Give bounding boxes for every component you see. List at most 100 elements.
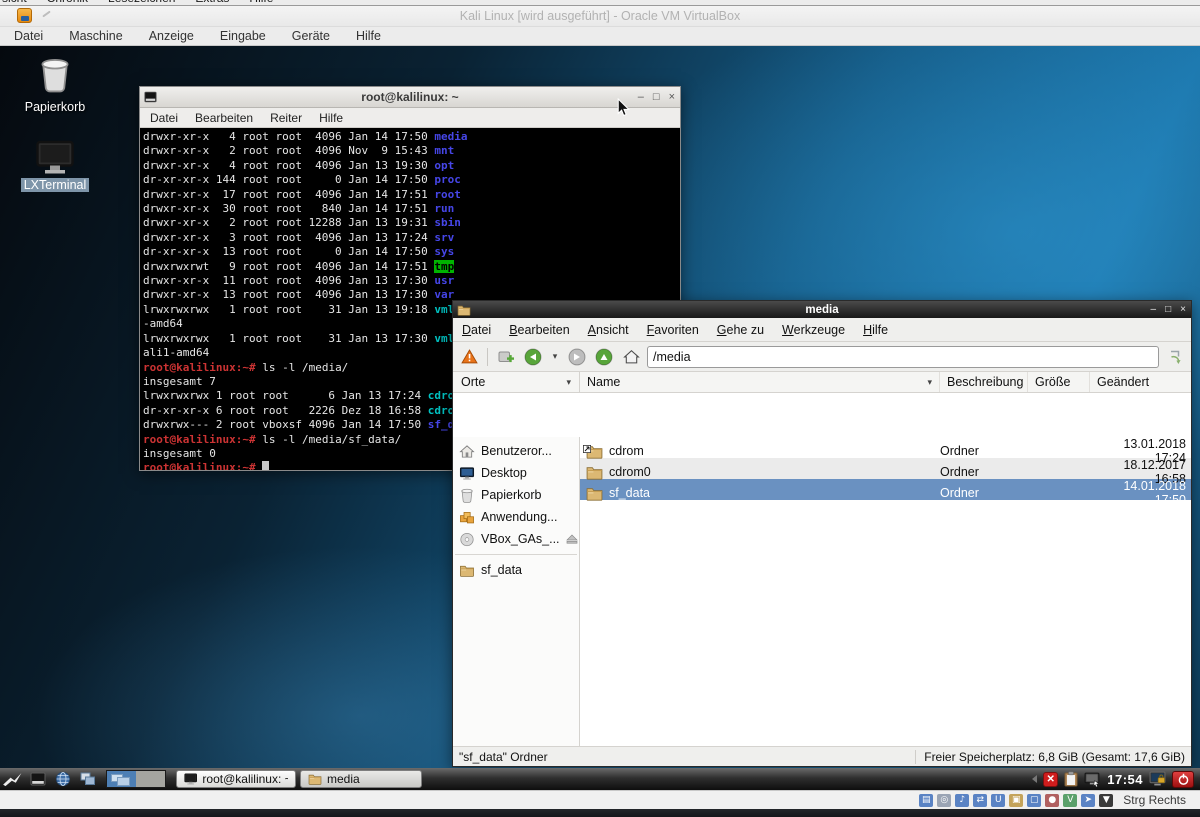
recording-status-icon[interactable]: ● (1045, 794, 1059, 807)
applications-icon (459, 510, 475, 525)
system-tray: ✕ 17:54 (1032, 771, 1200, 788)
home-button[interactable] (620, 346, 642, 368)
keyboard-status-icon[interactable]: ▼ (1099, 794, 1113, 807)
sidebar-item-sfdata[interactable]: sf_data (453, 559, 579, 581)
close-button[interactable]: × (1180, 305, 1186, 315)
lock-screen-button[interactable] (1149, 771, 1166, 788)
clipboard-tray-icon[interactable] (1064, 771, 1078, 787)
free-space-text: Freier Speicherplatz: 6,8 GiB (Gesamt: 1… (915, 750, 1185, 764)
fm-menu-gehe-zu[interactable]: Gehe zu (717, 323, 764, 337)
terminal-titlebar[interactable]: root@kalilinux: ~ – □ × (140, 87, 680, 108)
sidebar-item-anwendung[interactable]: Anwendung... (453, 506, 579, 528)
places-dropdown[interactable]: Orte▾ (453, 372, 580, 392)
back-button[interactable] (522, 346, 544, 368)
vbox-menu-anzeige[interactable]: Anzeige (149, 29, 194, 43)
file-manager-headers: Orte▾ Name▾ Beschreibung Größe Geändert (453, 372, 1191, 393)
desktop-icon-label: Papierkorb (22, 100, 88, 114)
usb-status-icon[interactable]: U (991, 794, 1005, 807)
desktop-icon-trash[interactable]: Papierkorb (17, 53, 93, 114)
host-menubar-text: sicht Chronik Lesezeichen Extras Hilfe (2, 0, 273, 5)
vbox-titlebar[interactable]: Kali Linux [wird ausgeführt] - Oracle VM… (0, 6, 1200, 27)
places-sidebar: Benutzeror...DesktopPapierkorbAnwendung.… (453, 437, 580, 746)
windows-icon (80, 772, 96, 786)
remote-display-tray-icon[interactable] (1084, 772, 1101, 787)
cdrom-icon (459, 532, 475, 547)
fm-menu-datei[interactable]: Datei (462, 323, 491, 337)
optical-disc-status-icon[interactable]: ◎ (937, 794, 951, 807)
superuser-warning-icon (458, 346, 480, 368)
terminal-menu-reiter[interactable]: Reiter (270, 111, 302, 125)
new-tab-button[interactable] (495, 346, 517, 368)
sidebar-item-papierkorb[interactable]: Papierkorb (453, 484, 579, 506)
shortcut-badge-icon (583, 445, 591, 453)
vbox-menu-eingabe[interactable]: Eingabe (220, 29, 266, 43)
desktop-icon-lxterminal[interactable]: LXTerminal (17, 139, 93, 192)
clock[interactable]: 17:54 (1107, 772, 1143, 787)
screenshot-root: sicht Chronik Lesezeichen Extras Hilfe K… (0, 0, 1200, 817)
minimize-button[interactable]: – (638, 92, 644, 103)
audio-status-icon[interactable]: ♪ (955, 794, 969, 807)
selection-status-text: "sf_data" Ordner (459, 750, 548, 764)
web-browser-launcher[interactable] (50, 769, 75, 789)
minimize-button[interactable]: – (1151, 305, 1157, 315)
fm-menu-ansicht[interactable]: Ansicht (588, 323, 629, 337)
sort-chevron-icon: ▾ (927, 377, 932, 388)
terminal-window-title: root@kalilinux: ~ (140, 90, 680, 104)
tray-collapse-icon[interactable] (1032, 775, 1037, 783)
logout-button[interactable] (1172, 771, 1194, 788)
workspace-2[interactable] (136, 771, 165, 787)
applications-menu-button[interactable] (0, 769, 25, 789)
display-status-icon[interactable]: ▢ (1027, 794, 1041, 807)
back-history-dropdown[interactable]: ▾ (549, 346, 561, 368)
task-button-terminal[interactable]: root@kalilinux: ~ (176, 770, 296, 788)
column-header-modified[interactable]: Geändert (1090, 372, 1191, 392)
close-button[interactable]: × (669, 92, 675, 103)
column-header-name[interactable]: Name▾ (580, 372, 940, 392)
fm-menu-werkzeuge[interactable]: Werkzeuge (782, 323, 845, 337)
folder-icon (457, 304, 471, 316)
file-row-cdrom0[interactable]: cdrom0Ordner18.12.2017 16:58 (580, 458, 1191, 479)
eject-icon[interactable] (566, 534, 578, 544)
sidebar-item-benutzeror[interactable]: Benutzeror... (453, 440, 579, 462)
go-to-path-button[interactable] (1164, 346, 1186, 368)
vbox-menu-datei[interactable]: Datei (14, 29, 43, 43)
file-manager-window: media – □ × Datei Bearbeiten Ansicht Favori… (452, 300, 1192, 767)
sidebar-item-desktop[interactable]: Desktop (453, 462, 579, 484)
power-icon (1177, 773, 1190, 786)
up-button[interactable] (593, 346, 615, 368)
terminal-menu-datei[interactable]: Datei (150, 111, 178, 125)
network-status-icon[interactable]: ⇄ (973, 794, 987, 807)
file-row-sf_data[interactable]: sf_dataOrdner14.01.2018 17:50 (580, 479, 1191, 500)
show-desktop-button[interactable] (75, 769, 100, 789)
features-status-icon[interactable]: V (1063, 794, 1077, 807)
mouse-status-icon[interactable]: ➤ (1081, 794, 1095, 807)
maximize-button[interactable]: □ (653, 92, 660, 103)
column-header-description[interactable]: Beschreibung (940, 372, 1028, 392)
vbox-menu-geräte[interactable]: Geräte (292, 29, 330, 43)
terminal-menu-bearbeiten[interactable]: Bearbeiten (195, 111, 253, 125)
fm-menu-favoriten[interactable]: Favoriten (647, 323, 699, 337)
trash-icon (459, 488, 475, 503)
workspace-1[interactable] (107, 771, 136, 787)
forward-button[interactable] (566, 346, 588, 368)
file-manager-launcher[interactable] (25, 769, 50, 789)
file-manager-titlebar[interactable]: media – □ × (453, 301, 1191, 318)
fm-menu-bearbeiten[interactable]: Bearbeiten (509, 323, 569, 337)
shared-folders-status-icon[interactable]: ▣ (1009, 794, 1023, 807)
vbox-menu-hilfe[interactable]: Hilfe (356, 29, 381, 43)
vbox-menu-maschine[interactable]: Maschine (69, 29, 123, 43)
file-manager-menubar: Datei Bearbeiten Ansicht Favoriten Gehe zu We… (453, 318, 1191, 342)
maximize-button[interactable]: □ (1165, 305, 1171, 315)
column-header-size[interactable]: Größe (1028, 372, 1090, 392)
address-bar-input[interactable] (647, 346, 1159, 368)
sidebar-item-vboxgas[interactable]: VBox_GAs_... (453, 528, 579, 550)
fm-menu-hilfe[interactable]: Hilfe (863, 323, 888, 337)
file-row-cdrom[interactable]: cdromOrdner13.01.2018 17:24 (580, 437, 1191, 458)
terminal-menu-hilfe[interactable]: Hilfe (319, 111, 343, 125)
chevron-down-icon: ▾ (566, 377, 571, 388)
updates-tray-icon[interactable]: ✕ (1043, 772, 1058, 787)
folder-icon (586, 465, 603, 480)
hdd-status-icon[interactable]: ▤ (919, 794, 933, 807)
terminal-line: dr-xr-xr-x 144 root root 0 Jan 14 17:50 … (143, 173, 677, 187)
task-button-media[interactable]: media (300, 770, 422, 788)
